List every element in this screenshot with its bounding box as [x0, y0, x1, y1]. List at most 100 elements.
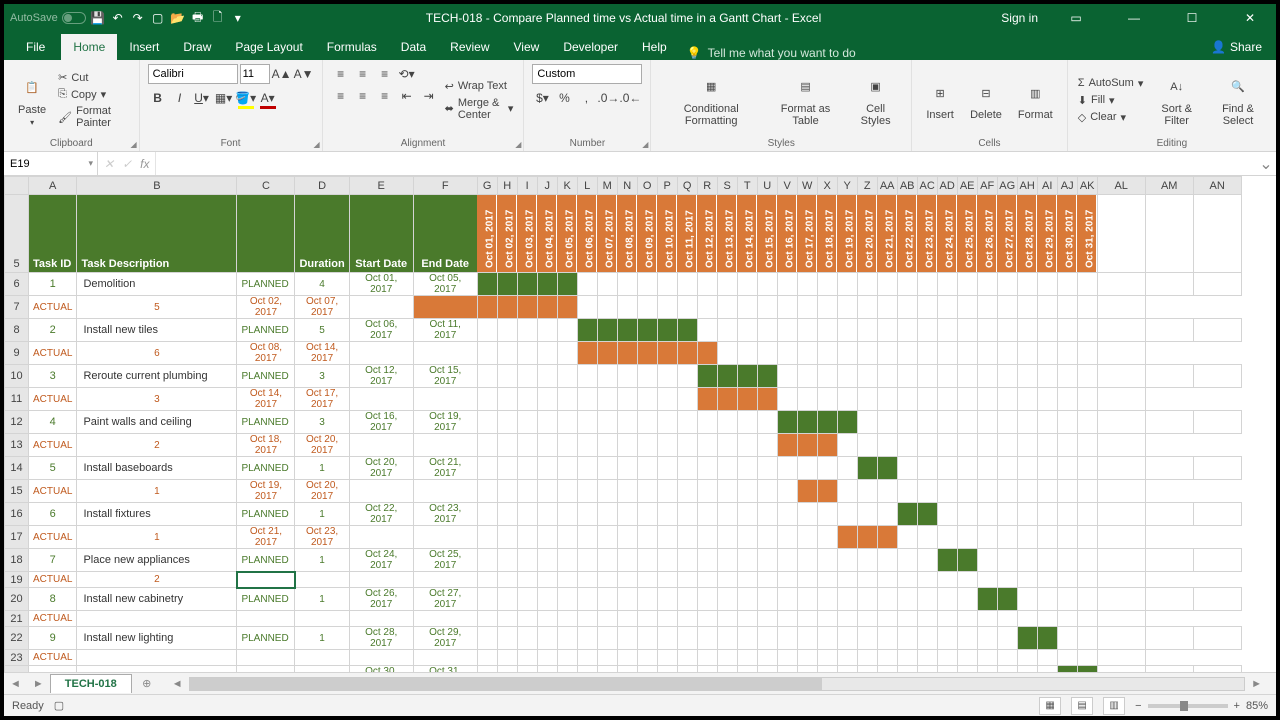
- gantt-cell[interactable]: [637, 588, 657, 611]
- gantt-cell[interactable]: [977, 666, 997, 673]
- gantt-cell[interactable]: [697, 526, 717, 549]
- gantt-cell[interactable]: [697, 365, 717, 388]
- gantt-cell[interactable]: [937, 388, 957, 411]
- gantt-cell[interactable]: [777, 611, 797, 627]
- tab-draw[interactable]: Draw: [171, 34, 223, 60]
- gantt-cell[interactable]: [797, 388, 817, 411]
- cell[interactable]: [1097, 627, 1145, 650]
- gantt-cell[interactable]: [757, 411, 777, 434]
- gantt-cell[interactable]: [597, 273, 617, 296]
- gantt-cell[interactable]: [537, 480, 557, 503]
- decrease-decimal-icon[interactable]: .0←: [620, 88, 640, 108]
- gantt-cell[interactable]: [1037, 411, 1057, 434]
- gantt-cell[interactable]: [597, 666, 617, 673]
- row-type-cell[interactable]: ACTUAL: [29, 650, 77, 666]
- gantt-cell[interactable]: [817, 388, 837, 411]
- gantt-cell[interactable]: [917, 588, 937, 611]
- gantt-cell[interactable]: [497, 650, 517, 666]
- gantt-cell[interactable]: [857, 588, 877, 611]
- gantt-cell[interactable]: [517, 434, 537, 457]
- gantt-cell[interactable]: [857, 457, 877, 480]
- cell[interactable]: [1145, 411, 1193, 434]
- gantt-cell[interactable]: [657, 480, 677, 503]
- gantt-cell[interactable]: [1017, 666, 1037, 673]
- sign-in-link[interactable]: Sign in: [1001, 11, 1038, 25]
- gantt-cell[interactable]: [917, 627, 937, 650]
- row-type-cell[interactable]: PLANNED: [237, 319, 295, 342]
- start-date-cell[interactable]: Oct 01, 2017: [349, 273, 413, 296]
- gantt-cell[interactable]: [617, 388, 637, 411]
- gantt-cell[interactable]: [897, 388, 917, 411]
- gantt-cell[interactable]: [617, 411, 637, 434]
- gantt-cell[interactable]: [937, 273, 957, 296]
- gantt-cell[interactable]: [957, 549, 977, 572]
- gantt-cell[interactable]: [537, 411, 557, 434]
- col-header[interactable]: T: [737, 177, 757, 195]
- col-header[interactable]: M: [597, 177, 617, 195]
- gantt-cell[interactable]: [937, 296, 957, 319]
- duration-cell[interactable]: [77, 650, 237, 666]
- gantt-cell[interactable]: [697, 572, 717, 588]
- gantt-cell[interactable]: [797, 457, 817, 480]
- cell[interactable]: [1193, 457, 1241, 480]
- gantt-cell[interactable]: [937, 650, 957, 666]
- col-header[interactable]: AE: [957, 177, 977, 195]
- gantt-cell[interactable]: [877, 627, 897, 650]
- cell[interactable]: [1145, 588, 1193, 611]
- tab-home[interactable]: Home: [61, 34, 117, 60]
- number-launcher-icon[interactable]: ◢: [642, 140, 648, 149]
- gantt-cell[interactable]: [497, 273, 517, 296]
- gantt-cell[interactable]: [557, 650, 577, 666]
- gantt-cell[interactable]: [497, 434, 517, 457]
- gantt-cell[interactable]: [917, 388, 937, 411]
- row-header[interactable]: 17: [5, 526, 29, 549]
- gantt-cell[interactable]: [1077, 627, 1097, 650]
- gantt-cell[interactable]: [637, 503, 657, 526]
- gantt-cell[interactable]: [497, 296, 517, 319]
- gantt-cell[interactable]: [1037, 572, 1057, 588]
- gantt-cell[interactable]: [997, 503, 1017, 526]
- gantt-cell[interactable]: [577, 611, 597, 627]
- gantt-cell[interactable]: [677, 296, 697, 319]
- row-header[interactable]: 10: [5, 365, 29, 388]
- gantt-cell[interactable]: [1017, 588, 1037, 611]
- gantt-cell[interactable]: [1077, 666, 1097, 673]
- gantt-cell[interactable]: [617, 650, 637, 666]
- start-date-cell[interactable]: Oct 24, 2017: [349, 549, 413, 572]
- gantt-cell[interactable]: [937, 627, 957, 650]
- gantt-cell[interactable]: [637, 342, 657, 365]
- gantt-cell[interactable]: [797, 342, 817, 365]
- gantt-cell[interactable]: [537, 457, 557, 480]
- gantt-cell[interactable]: [817, 365, 837, 388]
- row-header[interactable]: 20: [5, 588, 29, 611]
- gantt-cell[interactable]: [637, 526, 657, 549]
- gantt-cell[interactable]: [677, 611, 697, 627]
- start-date-cell[interactable]: Oct 28, 2017: [349, 627, 413, 650]
- gantt-cell[interactable]: [677, 411, 697, 434]
- gantt-cell[interactable]: [517, 388, 537, 411]
- gantt-cell[interactable]: [697, 588, 717, 611]
- gantt-cell[interactable]: [877, 388, 897, 411]
- gantt-cell[interactable]: [857, 480, 877, 503]
- cell[interactable]: [1057, 526, 1077, 549]
- gantt-cell[interactable]: [877, 650, 897, 666]
- format-painter-button[interactable]: 🖌 Format Painter: [56, 104, 130, 130]
- gantt-cell[interactable]: [1037, 666, 1057, 673]
- gantt-cell[interactable]: [717, 388, 737, 411]
- minimize-button[interactable]: —: [1114, 11, 1154, 25]
- gantt-cell[interactable]: [797, 549, 817, 572]
- gantt-cell[interactable]: [1017, 572, 1037, 588]
- gantt-cell[interactable]: [677, 273, 697, 296]
- gantt-cell[interactable]: [857, 434, 877, 457]
- gantt-cell[interactable]: [737, 666, 757, 673]
- gantt-cell[interactable]: [977, 457, 997, 480]
- gantt-cell[interactable]: [757, 319, 777, 342]
- cell[interactable]: [1097, 549, 1145, 572]
- gantt-cell[interactable]: [617, 526, 637, 549]
- gantt-cell[interactable]: [797, 365, 817, 388]
- gantt-cell[interactable]: [897, 588, 917, 611]
- gantt-cell[interactable]: [877, 549, 897, 572]
- cell[interactable]: [1097, 503, 1145, 526]
- fill-color-button[interactable]: 🪣▾: [236, 88, 256, 108]
- gantt-cell[interactable]: [597, 296, 617, 319]
